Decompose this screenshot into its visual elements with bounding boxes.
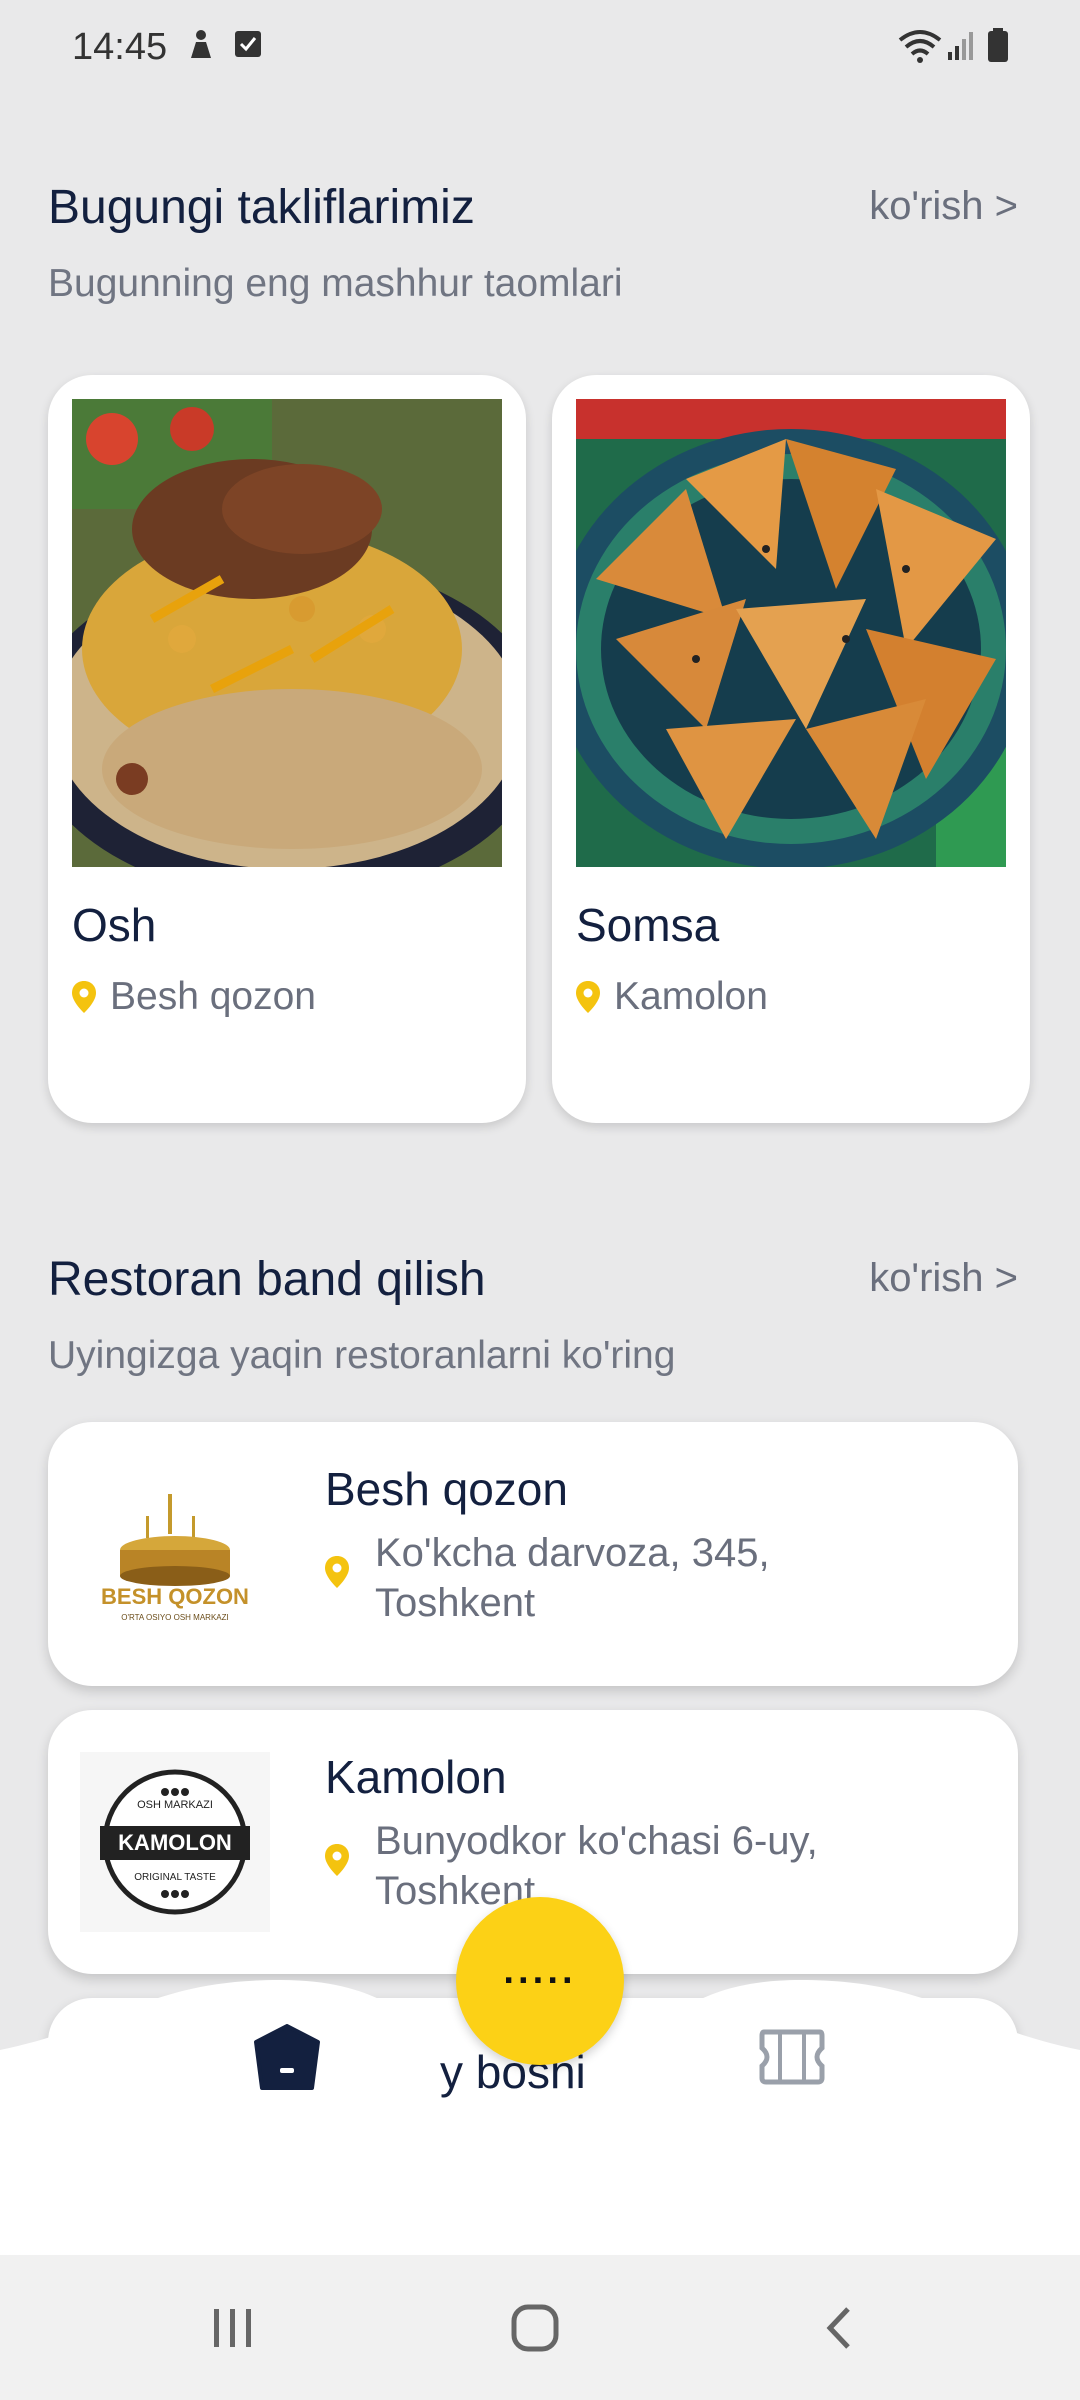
plov-image — [72, 399, 502, 867]
restaurant-card-besh-qozon[interactable]: BESH QOZON O'RTA OSIYO OSH MARKAZI Besh … — [48, 1422, 1018, 1686]
home-tab[interactable] — [252, 2024, 322, 2092]
address-line-2: Toshkent — [375, 1869, 536, 1913]
samsa-image — [576, 399, 1006, 867]
food-location-text: Besh qozon — [110, 975, 316, 1018]
svg-text:O'RTA OSIYO OSH MARKAZI: O'RTA OSIYO OSH MARKAZI — [121, 1613, 228, 1622]
ticket-icon — [759, 2029, 825, 2085]
status-time: 14:45 — [72, 26, 168, 68]
status-bar: 14:45 — [0, 0, 1080, 95]
food-card-somsa[interactable]: Somsa Kamolon — [552, 375, 1030, 1123]
svg-text:OSH MARKAZI: OSH MARKAZI — [137, 1799, 213, 1811]
offers-subtitle: Bugunning eng mashhur taomlari — [48, 262, 623, 305]
restaurants-header: Restoran band qilish ko'rish > Uyingizga… — [48, 1252, 1018, 1392]
system-nav-bar — [0, 2255, 1080, 2400]
food-location: Besh qozon — [72, 975, 316, 1019]
location-pin-icon — [325, 1556, 349, 1588]
recent-apps-icon[interactable] — [210, 2305, 256, 2351]
location-pin-icon — [576, 981, 600, 1013]
back-icon[interactable] — [820, 2305, 860, 2351]
location-pin-icon — [325, 1844, 349, 1876]
restaurants-title: Restoran band qilish — [48, 1253, 486, 1306]
wifi-icon — [898, 30, 942, 63]
address-line-1: Bunyodkor ko'chasi 6-uy, — [375, 1819, 818, 1863]
svg-text:KAMOLON: KAMOLON — [118, 1830, 232, 1855]
ticket-tab[interactable] — [758, 2028, 826, 2086]
person-icon — [191, 30, 211, 58]
offers-title: Bugungi takliflarimiz — [48, 181, 475, 234]
svg-text:BESH QOZON: BESH QOZON — [101, 1584, 249, 1609]
food-location-text: Kamolon — [614, 975, 768, 1018]
food-card-osh[interactable]: Osh Besh qozon — [48, 375, 526, 1123]
battery-icon — [988, 28, 1008, 62]
restaurant-name: Kamolon — [325, 1751, 507, 1803]
restaurants-subtitle: Uyingizga yaqin restoranlarni ko'ring — [48, 1334, 676, 1377]
besh-qozon-logo: BESH QOZON O'RTA OSIYO OSH MARKAZI — [80, 1454, 270, 1654]
restaurants-see-all-link[interactable]: ko'rish > — [869, 1256, 1018, 1301]
signal-icon — [948, 32, 973, 60]
kamolon-logo: KAMOLON OSH MARKAZI ORIGINAL TASTE — [80, 1742, 270, 1942]
address-line-2: Toshkent — [375, 1581, 536, 1625]
offers-see-all-link[interactable]: ko'rish > — [869, 184, 1018, 229]
restaurant-name: Besh qozon — [325, 1463, 568, 1515]
menu-fab-button[interactable]: ····· — [456, 1897, 624, 2065]
restaurant-address: Bunyodkor ko'chasi 6-uy, Toshkent — [375, 1816, 975, 1916]
food-name: Osh — [72, 899, 157, 951]
home-system-icon[interactable] — [510, 2303, 560, 2353]
svg-text:ORIGINAL TASTE: ORIGINAL TASTE — [134, 1872, 216, 1883]
checkbox-icon — [235, 31, 261, 57]
food-name: Somsa — [576, 899, 720, 951]
fab-dots: ····· — [503, 1959, 577, 2002]
restaurant-address: Ko'kcha darvoza, 345, Toshkent — [375, 1528, 975, 1628]
offers-header: Bugungi takliflarimiz ko'rish > Bugunnin… — [48, 180, 1018, 320]
food-location: Kamolon — [576, 975, 768, 1019]
location-pin-icon — [72, 981, 96, 1013]
address-line-1: Ko'kcha darvoza, 345, — [375, 1531, 770, 1575]
home-icon — [254, 2024, 320, 2090]
